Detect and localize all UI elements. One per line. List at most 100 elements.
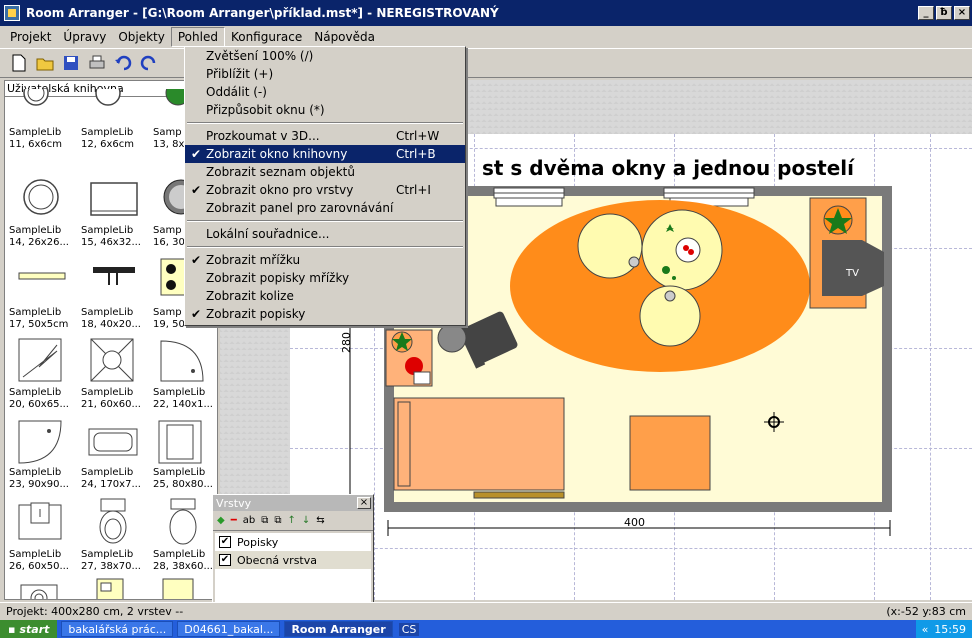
lib-item[interactable]: SampleLib 22, 140x1... — [149, 387, 217, 411]
tv-label: TV — [846, 268, 859, 279]
lib-shape-rect — [90, 182, 138, 216]
lib-shape-square — [158, 420, 202, 464]
lib-shape-window — [18, 338, 62, 382]
lib-item[interactable]: SampleLib 24, 170x7... — [77, 467, 149, 491]
lib-shape-toilet — [99, 498, 127, 544]
windows-logo-icon: ▪ — [8, 622, 16, 636]
lib-shape-corner-shower — [18, 420, 62, 464]
window-buttons: _ ƀ × — [918, 6, 970, 20]
height-dimension-label: 280 — [340, 332, 353, 353]
start-button[interactable]: ▪ start — [0, 620, 58, 638]
menu-local-coords[interactable]: Lokální souřadnice... — [185, 225, 465, 243]
window-title: Room Arranger - [G:\Room Arranger\příkla… — [26, 6, 499, 20]
lib-item[interactable]: SampleLib 28, 38x60... — [149, 549, 217, 573]
menu-pohled[interactable]: Pohled — [170, 27, 225, 47]
menu-bar: Projekt Úpravy Objekty Pohled Konfigurac… — [0, 26, 972, 48]
menu-zoom-100[interactable]: Zvětšení 100% (/) — [185, 47, 465, 65]
toolbar — [0, 48, 972, 78]
print-icon[interactable] — [86, 52, 108, 74]
lib-item[interactable]: SampleLib 17, 50x5cm — [5, 307, 77, 331]
layer-visible-checkbox[interactable]: ✔ — [219, 536, 231, 548]
layers-toolbar: ◆ ━ ab ⧉ ⧉ ↑ ↓ ⇆ — [213, 511, 373, 531]
menu-objekty[interactable]: Objekty — [112, 28, 171, 46]
menu-show-collisions[interactable]: Zobrazit kolize — [185, 287, 465, 305]
close-button[interactable]: × — [954, 6, 970, 20]
menu-konfigurace[interactable]: Konfigurace — [225, 28, 308, 46]
lib-shape-lamp — [93, 267, 135, 285]
taskbar-item[interactable]: bakalářská prác... — [61, 621, 174, 637]
merge-layer-icon[interactable]: ⇆ — [316, 515, 324, 526]
check-icon: ✔ — [191, 183, 202, 197]
lib-item[interactable]: SampleLib 27, 38x70... — [77, 549, 149, 573]
lib-shape-bed-small — [96, 578, 124, 599]
menu-explore-3d[interactable]: Prozkoumat v 3D... Ctrl+W — [185, 127, 465, 145]
layers-close-button[interactable]: × — [357, 497, 371, 509]
redo-icon[interactable] — [138, 52, 160, 74]
lib-shape-round — [20, 584, 58, 599]
lib-item[interactable]: SampleLib 12, 6x6cm — [77, 127, 149, 151]
menu-show-library[interactable]: ✔ Zobrazit okno knihovny Ctrl+B — [185, 145, 465, 163]
lib-shape-bidet — [169, 498, 197, 545]
lib-partial-shape — [23, 89, 49, 106]
status-coordinates: (x:-52 y:83 cm — [886, 605, 966, 618]
move-down-icon[interactable]: ↓ — [302, 515, 310, 526]
menu-napoveda[interactable]: Nápověda — [308, 28, 381, 46]
move-up-icon[interactable]: ↑ — [288, 515, 296, 526]
menu-show-grid-labels[interactable]: Zobrazit popisky mřížky — [185, 269, 465, 287]
copy-layer-icon[interactable]: ⧉ — [261, 515, 268, 526]
lib-item[interactable]: SampleLib 18, 40x20... — [77, 307, 149, 331]
menu-show-labels[interactable]: ✔ Zobrazit popisky — [185, 305, 465, 323]
menu-show-align-panel[interactable]: Zobrazit panel pro zarovnávání — [185, 199, 465, 217]
maximize-button[interactable]: ƀ — [936, 6, 952, 20]
lib-item[interactable]: SampleLib 15, 46x32... — [77, 225, 149, 249]
menu-projekt[interactable]: Projekt — [4, 28, 57, 46]
lib-shape-bathtub — [88, 428, 138, 456]
check-icon: ✔ — [191, 307, 202, 321]
lib-item[interactable]: SampleLib 25, 80x80... — [149, 467, 217, 491]
layer-visible-checkbox[interactable]: ✔ — [219, 554, 231, 566]
width-dimension-label: 400 — [624, 516, 645, 529]
layer-row[interactable]: ✔ Popisky — [215, 533, 371, 551]
check-icon: ✔ — [191, 253, 202, 267]
menu-zoom-out[interactable]: Oddálit (-) — [185, 83, 465, 101]
lib-item[interactable]: SampleLib 21, 60x60... — [77, 387, 149, 411]
lib-item[interactable]: SampleLib 23, 90x90... — [5, 467, 77, 491]
menu-fit-window[interactable]: Přizpůsobit oknu (*) — [185, 101, 465, 119]
taskbar-item[interactable]: Room Arranger — [284, 621, 393, 637]
lib-item[interactable]: SampleLib 14, 26x26... — [5, 225, 77, 249]
menu-show-object-list[interactable]: Zobrazit seznam objektů — [185, 163, 465, 181]
language-indicator[interactable]: CS — [398, 622, 420, 636]
lib-shape-circle — [23, 179, 59, 215]
remove-layer-icon[interactable]: ━ — [231, 515, 237, 526]
lib-partial-shape — [95, 89, 121, 106]
check-icon: ✔ — [191, 147, 202, 161]
tray-icons[interactable]: « — [922, 623, 929, 636]
lib-shape-shelf — [18, 272, 66, 280]
app-icon — [4, 5, 20, 21]
taskbar: ▪ start bakalářská prác... D04661_bakal.… — [0, 620, 972, 638]
layers-title: Vrstvy — [216, 496, 252, 510]
menu-show-grid[interactable]: ✔ Zobrazit mřížku — [185, 251, 465, 269]
minimize-button[interactable]: _ — [918, 6, 934, 20]
paste-layer-icon[interactable]: ⧉ — [274, 515, 281, 526]
save-icon[interactable] — [60, 52, 82, 74]
menu-separator — [187, 220, 463, 222]
menu-show-layers[interactable]: ✔ Zobrazit okno pro vrstvy Ctrl+I — [185, 181, 465, 199]
lib-item[interactable]: SampleLib 20, 60x65... — [5, 387, 77, 411]
menu-zoom-in[interactable]: Přiblížit (+) — [185, 65, 465, 83]
menu-upravy[interactable]: Úpravy — [57, 28, 112, 46]
lib-item[interactable]: SampleLib 26, 60x50... — [5, 549, 77, 573]
undo-icon[interactable] — [112, 52, 134, 74]
clock[interactable]: 15:59 — [934, 623, 966, 636]
status-project-info: Projekt: 400x280 cm, 2 vrstev -- — [6, 605, 184, 618]
open-folder-icon[interactable] — [34, 52, 56, 74]
rename-layer-icon[interactable]: ab — [243, 515, 255, 526]
layers-title-bar[interactable]: Vrstvy × — [213, 495, 373, 511]
lib-item[interactable]: SampleLib 11, 6x6cm — [5, 127, 77, 151]
new-file-icon[interactable] — [8, 52, 30, 74]
plan-title: st s dvěma okny a jednou postelí — [482, 156, 854, 180]
taskbar-item[interactable]: D04661_bakal... — [177, 621, 281, 637]
lib-shape-cabinet — [162, 578, 194, 599]
layer-row[interactable]: ✔ Obecná vrstva — [215, 551, 371, 569]
add-layer-icon[interactable]: ◆ — [217, 515, 225, 526]
